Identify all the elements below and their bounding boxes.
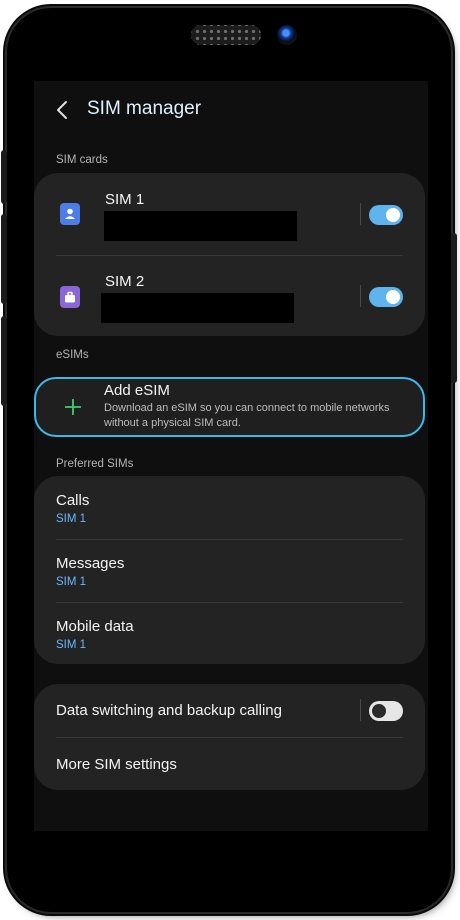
redacted-number xyxy=(101,293,294,323)
calls-value: SIM 1 xyxy=(56,513,87,525)
front-camera xyxy=(277,25,297,45)
mobile-data-value: SIM 1 xyxy=(56,639,87,651)
preferred-mobile-data-row[interactable]: Mobile data SIM 1 xyxy=(34,602,425,664)
preferred-messages-row[interactable]: Messages SIM 1 xyxy=(34,539,425,602)
sim-row-1[interactable]: SIM 1 xyxy=(34,173,425,255)
screen: SIM manager SIM cards SIM 1 SIM 2 eSIMs … xyxy=(34,81,428,831)
sim-2-name: SIM 2 xyxy=(105,273,145,290)
app-header: SIM manager xyxy=(34,81,428,139)
divider xyxy=(360,285,361,307)
preferred-calls-row[interactable]: Calls SIM 1 xyxy=(34,476,425,539)
back-arrow-icon[interactable] xyxy=(52,99,74,121)
sim-1-name: SIM 1 xyxy=(105,191,145,208)
add-esim-label: Add eSIM xyxy=(104,382,170,399)
data-switching-row[interactable]: Data switching and backup calling xyxy=(34,684,425,737)
page-title: SIM manager xyxy=(87,98,202,119)
power-button xyxy=(451,233,457,383)
section-label-esims: eSIMs xyxy=(56,349,89,361)
messages-label: Messages xyxy=(56,555,125,572)
section-label-preferred-sims: Preferred SIMs xyxy=(56,458,134,470)
sim-cards-card: SIM 1 SIM 2 xyxy=(34,173,425,336)
redacted-number xyxy=(104,211,297,241)
section-label-sim-cards: SIM cards xyxy=(56,154,108,166)
plus-icon xyxy=(65,399,81,415)
more-sim-settings-label: More SIM settings xyxy=(56,756,177,773)
messages-value: SIM 1 xyxy=(56,576,87,588)
earpiece-speaker xyxy=(191,25,261,45)
bixby-button xyxy=(1,316,7,406)
volume-button xyxy=(1,150,7,204)
calls-label: Calls xyxy=(56,492,90,509)
add-esim-button[interactable]: Add eSIM Download an eSIM so you can con… xyxy=(34,377,425,437)
data-switching-label: Data switching and backup calling xyxy=(56,702,282,719)
preferred-sims-card: Calls SIM 1 Messages SIM 1 Mobile data S… xyxy=(34,476,425,664)
data-switching-toggle[interactable] xyxy=(369,701,403,721)
more-sim-settings-row[interactable]: More SIM settings xyxy=(34,737,425,790)
sim-row-2[interactable]: SIM 2 xyxy=(34,255,425,336)
person-icon xyxy=(60,203,80,225)
divider xyxy=(360,699,361,721)
divider xyxy=(360,203,361,225)
briefcase-icon xyxy=(60,286,80,308)
sim-2-toggle[interactable] xyxy=(369,287,403,307)
add-esim-description: Download an eSIM so you can connect to m… xyxy=(104,402,390,429)
mobile-data-label: Mobile data xyxy=(56,618,134,635)
sim-1-toggle[interactable] xyxy=(369,205,403,225)
volume-button-2 xyxy=(1,214,7,304)
more-settings-card: Data switching and backup calling More S… xyxy=(34,684,425,790)
